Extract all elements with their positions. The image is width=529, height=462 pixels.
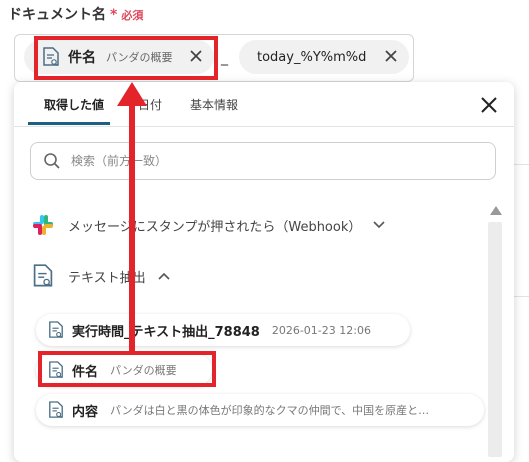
divider xyxy=(514,164,529,165)
chevron-up-icon[interactable] xyxy=(158,272,170,280)
item-label: 実行時間_テキスト抽出_78848 xyxy=(72,324,260,340)
highlight-box-subject-chip xyxy=(34,36,218,80)
slack-icon xyxy=(33,215,53,235)
search-box[interactable] xyxy=(30,142,496,180)
chip-label: today_%Y%m%d xyxy=(257,49,367,65)
required-mark: * xyxy=(110,7,118,23)
section-slack-webhook[interactable]: メッセージにスタンプが押されたら（Webhook） xyxy=(32,214,385,236)
chip-date-format[interactable]: today_%Y%m%d xyxy=(239,40,409,74)
annotation-arrow-head xyxy=(117,82,147,106)
item-label: 内容 xyxy=(72,404,99,420)
document-search-icon xyxy=(49,321,63,338)
field-label: ドキュメント名 * 必須 xyxy=(8,4,143,24)
required-text: 必須 xyxy=(121,9,144,22)
scrollbar-track[interactable] xyxy=(488,222,502,457)
close-icon[interactable] xyxy=(383,48,399,64)
document-search-icon xyxy=(49,401,63,418)
tab-retrieved-values[interactable]: 取得した値 xyxy=(44,96,104,113)
close-icon[interactable] xyxy=(480,96,498,114)
field-label-text: ドキュメント名 xyxy=(8,7,106,23)
active-tab-indicator xyxy=(28,122,110,125)
scroll-up-arrow[interactable] xyxy=(490,206,502,215)
item-value: パンダは白と黒の体色が印象的なクマの仲間で、中国を原産と… xyxy=(110,404,430,417)
annotation-arrow-shaft xyxy=(129,96,135,352)
item-value: 2026-01-23 12:06 xyxy=(271,323,371,337)
search-icon xyxy=(44,153,60,169)
document-search-icon xyxy=(33,264,53,287)
divider xyxy=(514,296,529,297)
value-item-exec-time[interactable]: 実行時間_テキスト抽出_78848 2026-01-23 12:06 xyxy=(36,314,410,346)
value-item-content[interactable]: 内容 パンダは白と黒の体色が印象的なクマの仲間で、中国を原産と… xyxy=(36,394,484,426)
section-title: メッセージにスタンプが押されたら（Webhook） xyxy=(68,219,362,235)
tab-bar: 取得した値 日付 基本情報 xyxy=(14,82,514,127)
value-picker-panel: 取得した値 日付 基本情報 メッセージにスタンプが押されたら（Webhook） xyxy=(14,82,514,462)
separator: _ xyxy=(221,50,228,66)
highlight-box-subject-item xyxy=(38,351,216,387)
chevron-down-icon[interactable] xyxy=(373,221,385,229)
tab-basic-info[interactable]: 基本情報 xyxy=(190,96,238,113)
section-text-extraction[interactable]: テキスト抽出 xyxy=(32,264,170,288)
